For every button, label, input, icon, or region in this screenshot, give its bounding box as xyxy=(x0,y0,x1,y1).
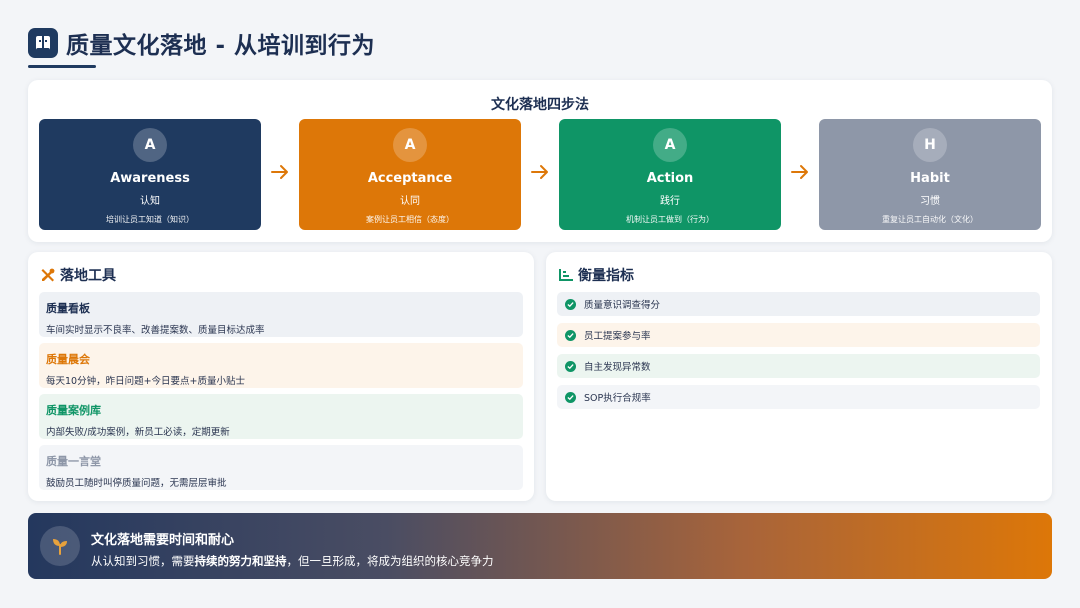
title-underline xyxy=(28,65,96,68)
step-name: Awareness xyxy=(110,171,190,186)
tool-item: 质量晨会 每天10分钟，昨日问题+今日要点+质量小贴士 xyxy=(39,343,523,388)
metric-item: 质量意识调查得分 xyxy=(557,292,1040,316)
four-steps-card: 文化落地四步法 A Awareness 认知 培训让员工知道（知识） A Acc… xyxy=(28,80,1052,242)
tools-card: 落地工具 质量看板 车间实时显示不良率、改善提案数、质量目标达成率 质量晨会 每… xyxy=(28,252,534,501)
step-letter-badge: A xyxy=(653,128,687,162)
banner-text-start: 从认知到习惯，需要 xyxy=(91,554,195,568)
tool-item: 质量案例库 内部失败/成功案例，新员工必读，定期更新 xyxy=(39,394,523,439)
bar-chart-icon xyxy=(559,269,573,281)
step-description: 重复让员工自动化（文化） xyxy=(882,215,978,224)
metric-label: 员工提案参与率 xyxy=(584,331,651,342)
step-name: Action xyxy=(646,171,694,186)
tool-description: 车间实时显示不良率、改善提案数、质量目标达成率 xyxy=(46,325,265,336)
step-cn-label: 认同 xyxy=(400,196,420,207)
tools-header: 落地工具 xyxy=(40,265,116,285)
tool-description: 每天10分钟，昨日问题+今日要点+质量小贴士 xyxy=(46,376,246,387)
arrow-right-icon xyxy=(791,165,808,179)
tool-title: 质量晨会 xyxy=(46,353,90,366)
arrow-right-icon xyxy=(271,165,288,179)
metric-label: 自主发现异常数 xyxy=(584,362,651,373)
step-cn-label: 认知 xyxy=(140,196,160,207)
step-letter-badge: A xyxy=(393,128,427,162)
metric-item: SOP执行合规率 xyxy=(557,385,1040,409)
metric-label: SOP执行合规率 xyxy=(584,393,651,404)
check-icon xyxy=(565,391,576,403)
step-description: 培训让员工知道（知识） xyxy=(106,215,194,224)
metric-item: 员工提案参与率 xyxy=(557,323,1040,347)
step-action: A Action 践行 机制让员工做到（行为） xyxy=(559,119,781,230)
step-letter-badge: H xyxy=(913,128,947,162)
check-icon xyxy=(565,329,576,341)
step-description: 机制让员工做到（行为） xyxy=(626,215,714,224)
banner-text: 从认知到习惯，需要持续的努力和坚持，但一旦形成，将成为组织的核心竞争力 xyxy=(91,553,494,569)
banner-title: 文化落地需要时间和耐心 xyxy=(91,533,235,548)
tool-title: 质量看板 xyxy=(46,302,90,315)
page-header: 质量文化落地 - 从培训到行为 xyxy=(28,26,375,60)
sprout-icon xyxy=(40,526,80,566)
metric-item: 自主发现异常数 xyxy=(557,354,1040,378)
tool-description: 内部失败/成功案例，新员工必读，定期更新 xyxy=(46,427,230,438)
step-awareness: A Awareness 认知 培训让员工知道（知识） xyxy=(39,119,261,230)
tools-icon xyxy=(41,268,55,282)
arrow-right-icon xyxy=(531,165,548,179)
tool-item: 质量看板 车间实时显示不良率、改善提案数、质量目标达成率 xyxy=(39,292,523,337)
banner-text-end: ，但一旦形成，将成为组织的核心竞争力 xyxy=(286,554,494,568)
tool-description: 鼓励员工随时叫停质量问题，无需层层审批 xyxy=(46,478,227,489)
tool-title: 质量一言堂 xyxy=(46,455,101,468)
tool-item: 质量一言堂 鼓励员工随时叫停质量问题，无需层层审批 xyxy=(39,445,523,490)
step-letter-badge: A xyxy=(133,128,167,162)
tools-title: 落地工具 xyxy=(60,268,116,284)
check-icon xyxy=(565,360,576,372)
metric-label: 质量意识调查得分 xyxy=(584,300,661,311)
step-name: Acceptance xyxy=(367,171,453,186)
metrics-card: 衡量指标 质量意识调查得分 员工提案参与率 自主发现异常数 SOP执行合规率 xyxy=(546,252,1052,501)
check-icon xyxy=(565,298,576,310)
summary-banner: 文化落地需要时间和耐心 从认知到习惯，需要持续的努力和坚持，但一旦形成，将成为组… xyxy=(28,513,1052,579)
steps-title: 文化落地四步法 xyxy=(491,97,589,113)
banner-text-emphasis: 持续的努力和坚持 xyxy=(194,554,287,568)
page-title: 质量文化落地 - 从培训到行为 xyxy=(66,33,376,59)
step-cn-label: 习惯 xyxy=(920,196,940,207)
step-description: 案例让员工相信（态度） xyxy=(366,215,454,224)
book-icon xyxy=(28,28,58,58)
metrics-title: 衡量指标 xyxy=(578,268,634,284)
step-name: Habit xyxy=(910,171,950,186)
step-acceptance: A Acceptance 认同 案例让员工相信（态度） xyxy=(299,119,521,230)
step-habit: H Habit 习惯 重复让员工自动化（文化） xyxy=(819,119,1041,230)
metrics-header: 衡量指标 xyxy=(558,265,634,285)
tool-title: 质量案例库 xyxy=(46,404,101,417)
step-cn-label: 践行 xyxy=(660,196,680,207)
